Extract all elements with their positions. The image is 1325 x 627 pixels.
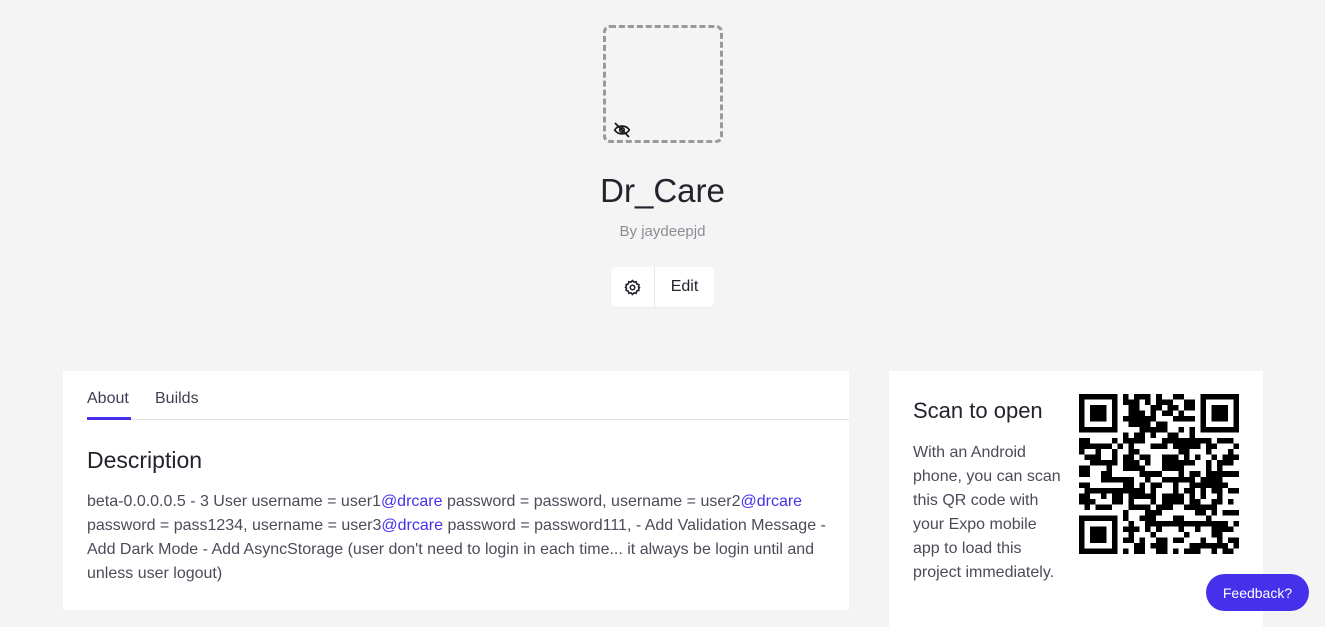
- app-title: Dr_Care: [600, 172, 725, 209]
- description-text: beta-0.0.0.0.5 - 3 User username = user1…: [87, 490, 827, 586]
- active-tab-indicator: [87, 417, 131, 420]
- description-text-part: password = pass1234, username = user3: [87, 517, 382, 534]
- eye-slash-icon: [613, 122, 631, 138]
- feedback-button[interactable]: Feedback?: [1206, 574, 1309, 611]
- tab-builds[interactable]: Builds: [155, 390, 199, 408]
- description-text-part: password = password, username = user2: [442, 493, 741, 510]
- qr-title: Scan to open: [913, 398, 1043, 423]
- settings-button[interactable]: [611, 267, 655, 307]
- qr-code-image: [1079, 394, 1239, 554]
- app-author: By jaydeepjd: [619, 223, 706, 240]
- app-icon-placeholder[interactable]: [603, 25, 723, 143]
- gear-icon: [624, 279, 641, 295]
- mention-link[interactable]: @drcare: [381, 517, 443, 534]
- edit-button[interactable]: Edit: [655, 267, 714, 307]
- mention-link[interactable]: @drcare: [381, 493, 443, 510]
- qr-instructions: With an Android phone, you can scan this…: [913, 444, 1061, 581]
- tab-about[interactable]: About: [87, 390, 129, 408]
- description-text-part: beta-0.0.0.0.5 - 3 User username = user1: [87, 493, 381, 510]
- about-card: About Builds Description beta-0.0.0.0.5 …: [63, 371, 849, 610]
- description-title: Description: [87, 447, 203, 473]
- mention-link[interactable]: @drcare: [740, 493, 802, 510]
- project-actions: Edit: [611, 267, 714, 307]
- tab-bar: About Builds: [87, 371, 849, 420]
